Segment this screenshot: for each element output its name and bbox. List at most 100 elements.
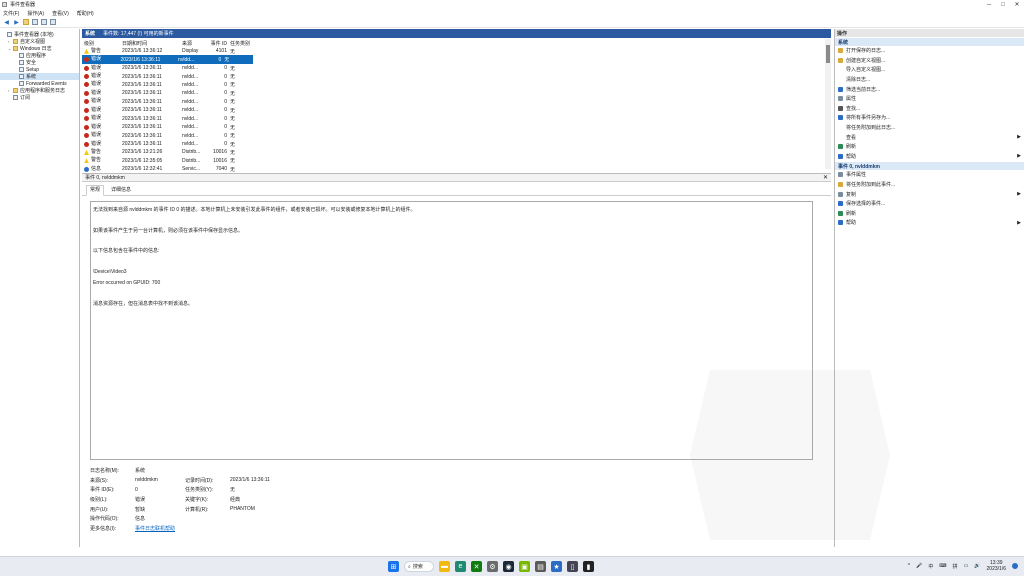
detail-header: 事件 0, nvlddmkm [82, 174, 831, 182]
action-item[interactable]: 将任务附加到此日志... [835, 123, 1024, 133]
col-level[interactable]: 级别 [82, 40, 122, 47]
action-item[interactable]: 筛选当前日志... [835, 84, 1024, 94]
tab-details[interactable]: 详细信息 [108, 186, 134, 195]
settings-icon[interactable]: ⚙ [487, 561, 498, 572]
back-icon[interactable]: ◀ [3, 19, 10, 26]
table-row[interactable]: 错误 2023/1/6 13:36:11 nvldd... 0 无 [82, 72, 831, 80]
tray-item[interactable]: ▭ [964, 563, 969, 569]
table-row[interactable]: 错误 2023/1/6 13:36:11 nvldd... 0 无 [82, 64, 831, 72]
id-cell: 4101 [215, 48, 227, 55]
help-icon[interactable] [41, 19, 47, 25]
menu-action[interactable]: 操作(A) [27, 10, 44, 17]
nvidia-icon[interactable]: ▣ [519, 561, 530, 572]
table-row[interactable]: 错误 2023/1/6 13:36:11 nvldd... 0 无 [82, 123, 831, 131]
minimize-button[interactable]: ─ [982, 0, 996, 9]
app-star-icon[interactable]: ★ [551, 561, 562, 572]
action-item[interactable]: 帮助 ▶ [835, 152, 1024, 162]
tree-node[interactable]: Forwarded Events [0, 80, 79, 87]
tray-item[interactable]: 🎤 [916, 563, 922, 569]
actions-section-header[interactable]: 系统 [835, 38, 1024, 46]
search-label: 搜索 [412, 564, 423, 570]
col-datetime[interactable]: 日期和时间 [122, 40, 182, 47]
tree-node[interactable]: ⌄ Windows 日志 [0, 45, 79, 52]
tray-item[interactable]: ^ [908, 563, 910, 569]
action-item[interactable]: 刷新 [835, 209, 1024, 219]
tree-node-label: Forwarded Events [26, 80, 67, 87]
folder-icon[interactable] [23, 19, 29, 25]
terminal-icon[interactable]: ▮ [583, 561, 594, 572]
action-icon [838, 48, 843, 54]
edge-icon[interactable]: e [455, 561, 466, 572]
tree-node[interactable]: Setup [0, 66, 79, 73]
maximize-button[interactable]: □ [996, 0, 1010, 9]
action-item[interactable]: 查看 ▶ [835, 132, 1024, 142]
action-item[interactable]: 属性 [835, 94, 1024, 104]
property-label: 用户(U): [90, 506, 109, 513]
steam-icon[interactable]: ◉ [503, 561, 514, 572]
col-task[interactable]: 任务类别 [230, 40, 260, 47]
action-item[interactable]: 导入自定义视图... [835, 65, 1024, 75]
action-label: 清除日志... [846, 77, 871, 84]
action-item[interactable]: 创建自定义视图... [835, 56, 1024, 66]
action-item[interactable]: 事件属性 [835, 170, 1024, 180]
action-label: 刷新 [846, 144, 857, 151]
tree-node[interactable]: 安全 [0, 59, 79, 66]
id-cell: 0 [224, 132, 227, 139]
action-item[interactable]: 刷新 [835, 142, 1024, 152]
action-item[interactable]: 将任务附加到此事件... [835, 180, 1024, 190]
menu-file[interactable]: 文件(F) [3, 10, 19, 17]
tray-item[interactable]: 拼 [953, 563, 958, 570]
log-title: 系统 [85, 31, 96, 37]
table-row[interactable]: 错误 2023/1/6 13:36:11 nvldd... 0 无 [82, 89, 831, 97]
notification-icon[interactable] [1012, 563, 1018, 569]
error-icon [84, 82, 89, 88]
table-row[interactable]: 警告 2023/1/6 12:35:05 Distrib... 10016 无 [82, 157, 831, 165]
tab-general[interactable]: 常规 [86, 185, 105, 196]
forward-icon[interactable]: ▶ [13, 19, 20, 26]
properties-icon[interactable] [32, 19, 38, 25]
table-row[interactable]: 错误 2023/1/6 13:36:11 nvldd... 0 无 [82, 106, 831, 114]
store-icon[interactable]: ▤ [535, 561, 546, 572]
table-row[interactable]: 错误 2023/1/6 13:36:11 nvldd... 0 无 [82, 140, 831, 148]
action-item[interactable]: 打开保存的日志... [835, 46, 1024, 56]
taskbar-search[interactable]: ⌕ 搜索 [404, 561, 434, 572]
table-row[interactable]: 错误 2023/1/6 13:36:11 nvldd... 0 无 [82, 98, 831, 106]
close-button[interactable]: ✕ [1010, 0, 1024, 9]
action-item[interactable]: 将所有事件另存为... [835, 113, 1024, 123]
windows-start-icon[interactable]: ⊞ [388, 561, 399, 572]
table-row[interactable]: 错误 2023/1/6 13:36:11 nvldd... 0 无 [82, 115, 831, 123]
tree-node[interactable]: 订阅 [0, 94, 79, 101]
help-link[interactable]: 事件日志联机帮助 [135, 525, 185, 532]
action-item[interactable]: 保存选择的事件... [835, 199, 1024, 209]
tray-item[interactable]: 中 [928, 563, 933, 570]
file-explorer-icon[interactable]: ▬ [439, 561, 450, 572]
action-item[interactable]: 清除日志... [835, 75, 1024, 85]
xbox-icon[interactable]: ✕ [471, 561, 482, 572]
phone-link-icon[interactable]: ▯ [567, 561, 578, 572]
tree-node[interactable]: › 自定义视图 [0, 38, 79, 45]
col-event-id[interactable]: 事件 ID [210, 40, 230, 47]
table-row[interactable]: 警告 2023/1/6 13:36:12 Display 4101 无 [82, 47, 831, 55]
table-row[interactable]: 警告 2023/1/6 13:21:26 Distrib... 10016 无 [82, 148, 831, 156]
action-item[interactable]: 帮助 ▶ [835, 218, 1024, 228]
list-scrollbar[interactable] [825, 39, 831, 169]
tree-node[interactable]: › 应用程序和服务日志 [0, 87, 79, 94]
action-item[interactable]: 查找... [835, 104, 1024, 114]
table-row[interactable]: 错误 2023/1/6 13:36:11 nvldd... 0 无 [82, 131, 831, 139]
table-row[interactable]: 错误 2023/1/6 13:36:11 nvldd... 0 无 [82, 81, 831, 89]
view-icon[interactable] [50, 19, 56, 25]
close-detail-icon[interactable]: ✕ [823, 174, 828, 181]
action-item[interactable]: 复制 ▶ [835, 189, 1024, 199]
actions-section-header[interactable]: 事件 0, nvlddmkm [835, 162, 1024, 171]
scroll-thumb[interactable] [826, 45, 830, 63]
tree-node[interactable]: 应用程序 [0, 52, 79, 59]
menu-help[interactable]: 帮助(H) [77, 10, 94, 17]
menu-view[interactable]: 查看(V) [52, 10, 69, 17]
col-source[interactable]: 来源 [182, 40, 210, 47]
tree-node[interactable]: 系统 [0, 73, 79, 80]
datetime-cell: 2023/1/6 13:21:26 [122, 149, 163, 156]
tray-item[interactable]: ⌨ [939, 563, 946, 569]
tray-item[interactable]: 🔊 [974, 563, 980, 569]
tree-node[interactable]: 事件查看器 (本地) [0, 31, 79, 38]
clock[interactable]: 13:39 2023/1/6 [987, 560, 1006, 572]
